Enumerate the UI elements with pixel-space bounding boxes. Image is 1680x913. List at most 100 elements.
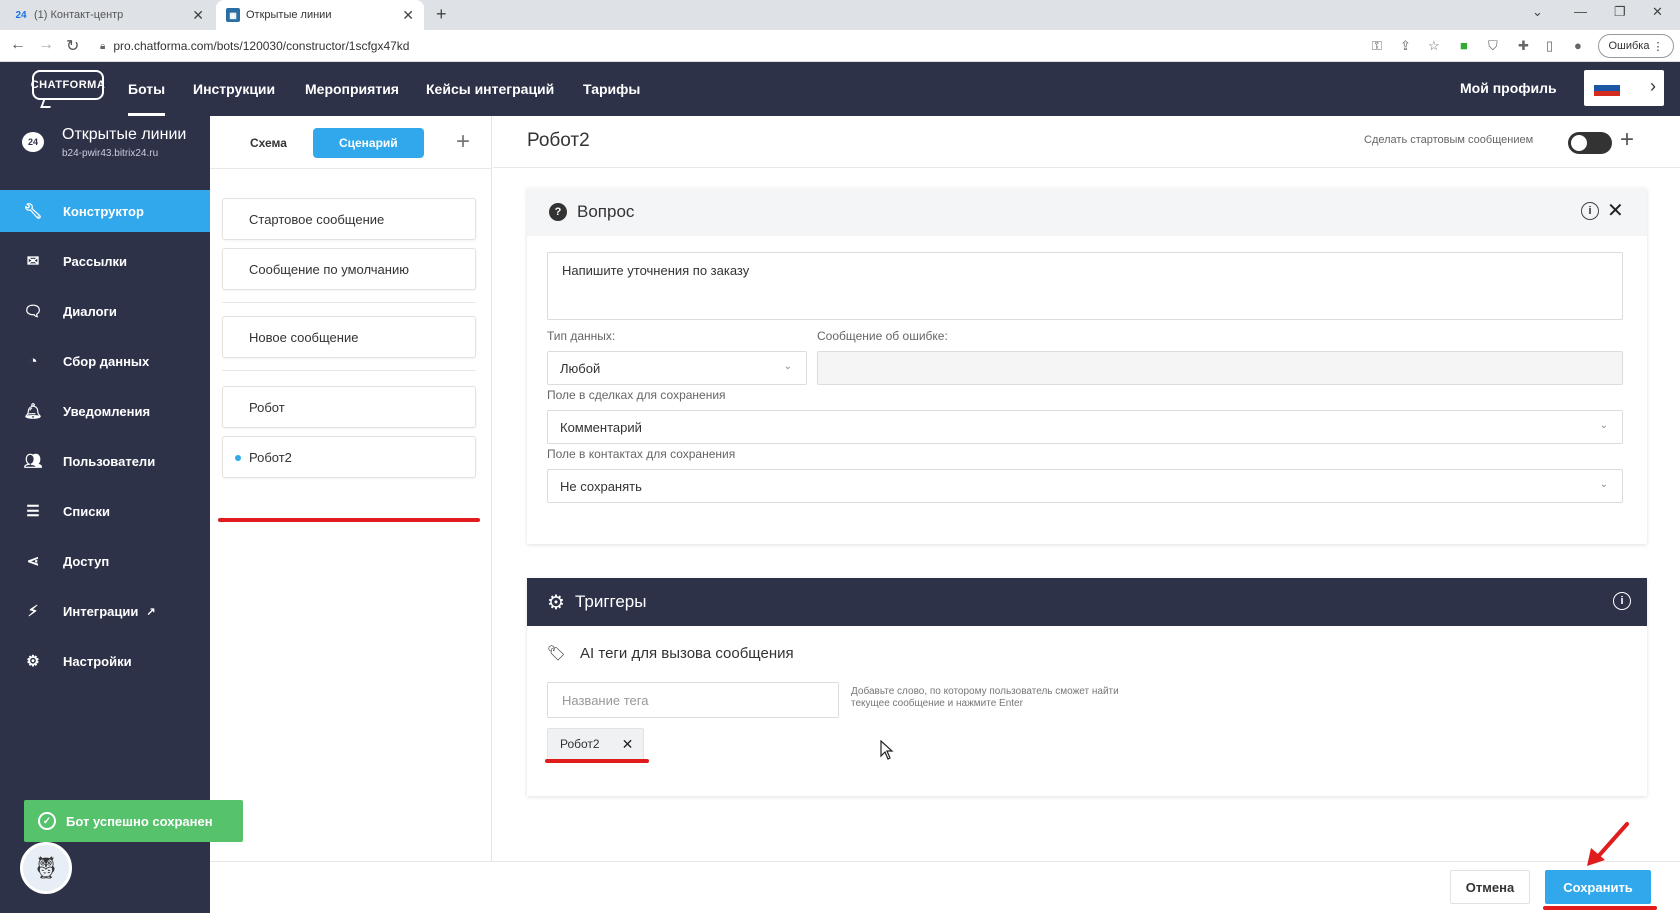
sidebar-item-users[interactable]: 👥︎ Пользователи (0, 440, 210, 482)
info-icon[interactable]: i (1581, 202, 1599, 220)
address-bar[interactable]: 🔒︎ pro.chatforma.com/bots/120030/constru… (100, 34, 1370, 58)
sidebar-item-notifications[interactable]: 🔔︎ Уведомления (0, 390, 210, 432)
tag-icon: 🏷︎ (547, 645, 567, 662)
toast-text: Бот успешно сохранен (66, 813, 213, 829)
message-card-start[interactable]: Стартовое сообщение (222, 198, 476, 240)
start-message-toggle[interactable] (1568, 132, 1612, 154)
chevron-down-icon: ⌄ (1599, 420, 1608, 431)
divider (210, 168, 492, 169)
key-icon[interactable]: ⚿ (1372, 38, 1382, 54)
nav-bots[interactable]: Боты (128, 62, 166, 116)
close-tab-icon[interactable]: ✕ (192, 7, 204, 24)
sidebar-item-dialogs[interactable]: 🗨︎ Диалоги (0, 290, 210, 332)
select-value: Комментарий (560, 419, 642, 435)
minimize-icon[interactable]: — (1574, 4, 1587, 19)
error-message-input[interactable] (817, 351, 1623, 385)
refresh-icon: ◔ (28, 352, 38, 370)
cancel-button[interactable]: Отмена (1450, 870, 1530, 904)
restore-icon[interactable]: ❐ (1614, 4, 1626, 20)
annotation-underline (545, 759, 649, 763)
tab-title: Открытые линии (246, 9, 332, 21)
sidebar-item-label: Списки (63, 503, 110, 519)
deal-field-select[interactable]: Комментарий ⌄ (547, 410, 1623, 444)
language-selector[interactable]: › (1584, 70, 1664, 106)
triggers-panel-header: ⚙ Триггеры i (527, 578, 1647, 626)
question-textarea[interactable]: Напишите уточнения по заказу (547, 252, 1623, 320)
new-tab-icon[interactable]: + (436, 4, 447, 25)
save-button[interactable]: Сохранить (1545, 870, 1651, 904)
sidebar-item-access[interactable]: ⋖ Доступ (0, 540, 210, 582)
question-panel-header: ? Вопрос i ✕ (527, 188, 1647, 236)
bitrix-project-icon: 24 (22, 132, 44, 152)
tab-title: (1) Контакт-центр (34, 9, 124, 21)
puzzle-icon[interactable]: ✚ (1518, 38, 1529, 54)
sidepanel-icon[interactable]: ▯ (1546, 38, 1553, 54)
reload-icon[interactable]: ↻ (66, 36, 79, 56)
tag-chip: Робот2 ✕ (547, 728, 645, 760)
list-icon: ☰ (26, 503, 40, 520)
window-close-icon[interactable]: ✕ (1652, 4, 1663, 20)
message-card-robot2[interactable]: Робот2 (222, 436, 476, 478)
tab-scenario[interactable]: Сценарий (312, 128, 424, 158)
divider (222, 302, 476, 303)
gear-icon: ⚙ (547, 591, 565, 614)
chatforma-logo[interactable]: CHATFORMA (31, 70, 105, 100)
tag-hint: Добавьте слово, по которому пользователь… (851, 686, 1119, 709)
sidebar-item-label: Настройки (63, 653, 132, 669)
data-type-label: Тип данных: (547, 329, 616, 343)
close-tab-icon[interactable]: ✕ (402, 7, 414, 24)
sidebar-item-integrations[interactable]: ⚡︎ Интеграции ↗ (0, 590, 210, 632)
star-icon[interactable]: ☆ (1428, 38, 1440, 54)
share-page-icon[interactable]: ⇪ (1400, 38, 1411, 54)
nav-events[interactable]: Мероприятия (305, 62, 399, 116)
tab-scheme[interactable]: Схема (224, 128, 313, 158)
info-icon[interactable]: i (1613, 592, 1631, 610)
nav-integration-cases[interactable]: Кейсы интеграций (426, 62, 554, 116)
sidebar-item-label: Интеграции (63, 603, 139, 619)
browser-tab-contact-center[interactable]: 24 (1) Контакт-центр ✕ (4, 0, 214, 30)
sidebar-item-label: Диалоги (63, 303, 117, 319)
sidebar-item-data-collection[interactable]: ◔ Сбор данных (0, 340, 210, 382)
browser-tab-bar: 24 (1) Контакт-центр ✕ ▦ Открытые линии … (0, 0, 1680, 30)
message-card-default[interactable]: Сообщение по умолчанию (222, 248, 476, 290)
bitrix-icon: 24 (15, 9, 27, 21)
project-header[interactable]: 24 Открытые линии b24-pwir43.bitrix24.ru (0, 116, 210, 168)
message-card-new[interactable]: Новое сообщение (222, 316, 476, 358)
my-profile-link[interactable]: Мой профиль (1460, 80, 1557, 96)
sidebar-item-label: Сбор данных (63, 353, 150, 369)
contact-field-select[interactable]: Не сохранять ⌄ (547, 469, 1623, 503)
message-card-robot[interactable]: Робот (222, 386, 476, 428)
shield-icon[interactable]: ⛉ (1488, 38, 1498, 54)
data-type-select[interactable]: Любой ⌄ (547, 351, 807, 385)
tag-name-input[interactable]: Название тега (547, 682, 839, 718)
chevron-down-icon: ⌄ (783, 361, 792, 372)
sidebar-item-label: Пользователи (63, 453, 156, 469)
tab-search-icon[interactable]: ⌄ (1532, 4, 1543, 20)
triggers-panel: ⚙ Триггеры i 🏷︎ AI теги для вызова сообщ… (527, 578, 1647, 796)
nav-instructions[interactable]: Инструкции (193, 62, 275, 116)
add-icon[interactable]: + (1620, 126, 1634, 154)
forward-icon[interactable]: → (38, 36, 54, 54)
ai-tags-title: AI теги для вызова сообщения (580, 644, 794, 662)
question-circle-icon: ? (549, 203, 567, 221)
mouse-cursor-icon (880, 740, 894, 760)
back-icon[interactable]: ← (10, 36, 26, 54)
support-avatar[interactable]: 🦉︎ (20, 842, 72, 894)
extension-icon[interactable]: ■ (1460, 38, 1468, 53)
profile-error-button[interactable]: Ошибка ⋮ (1598, 34, 1674, 58)
remove-tag-icon[interactable]: ✕ (622, 736, 634, 753)
sidebar-item-mailings[interactable]: ✉ Рассылки (0, 240, 210, 282)
external-link-icon: ↗ (146, 605, 156, 618)
sidebar-item-label: Доступ (63, 553, 110, 569)
contact-field-label: Поле в контактах для сохранения (547, 447, 736, 461)
profile-avatar-icon[interactable]: ● (1574, 38, 1582, 53)
close-icon[interactable]: ✕ (1607, 198, 1624, 223)
sidebar-item-settings[interactable]: ⚙ Настройки (0, 640, 210, 682)
project-name: Открытые линии (62, 126, 187, 143)
wrench-icon: 🔧︎ (23, 203, 43, 220)
sidebar-item-lists[interactable]: ☰ Списки (0, 490, 210, 532)
nav-pricing[interactable]: Тарифы (583, 62, 640, 116)
add-message-icon[interactable]: + (456, 128, 470, 156)
sidebar-item-constructor[interactable]: 🔧︎ Конструктор (0, 190, 210, 232)
browser-tab-open-lines[interactable]: ▦ Открытые линии ✕ (216, 0, 424, 30)
